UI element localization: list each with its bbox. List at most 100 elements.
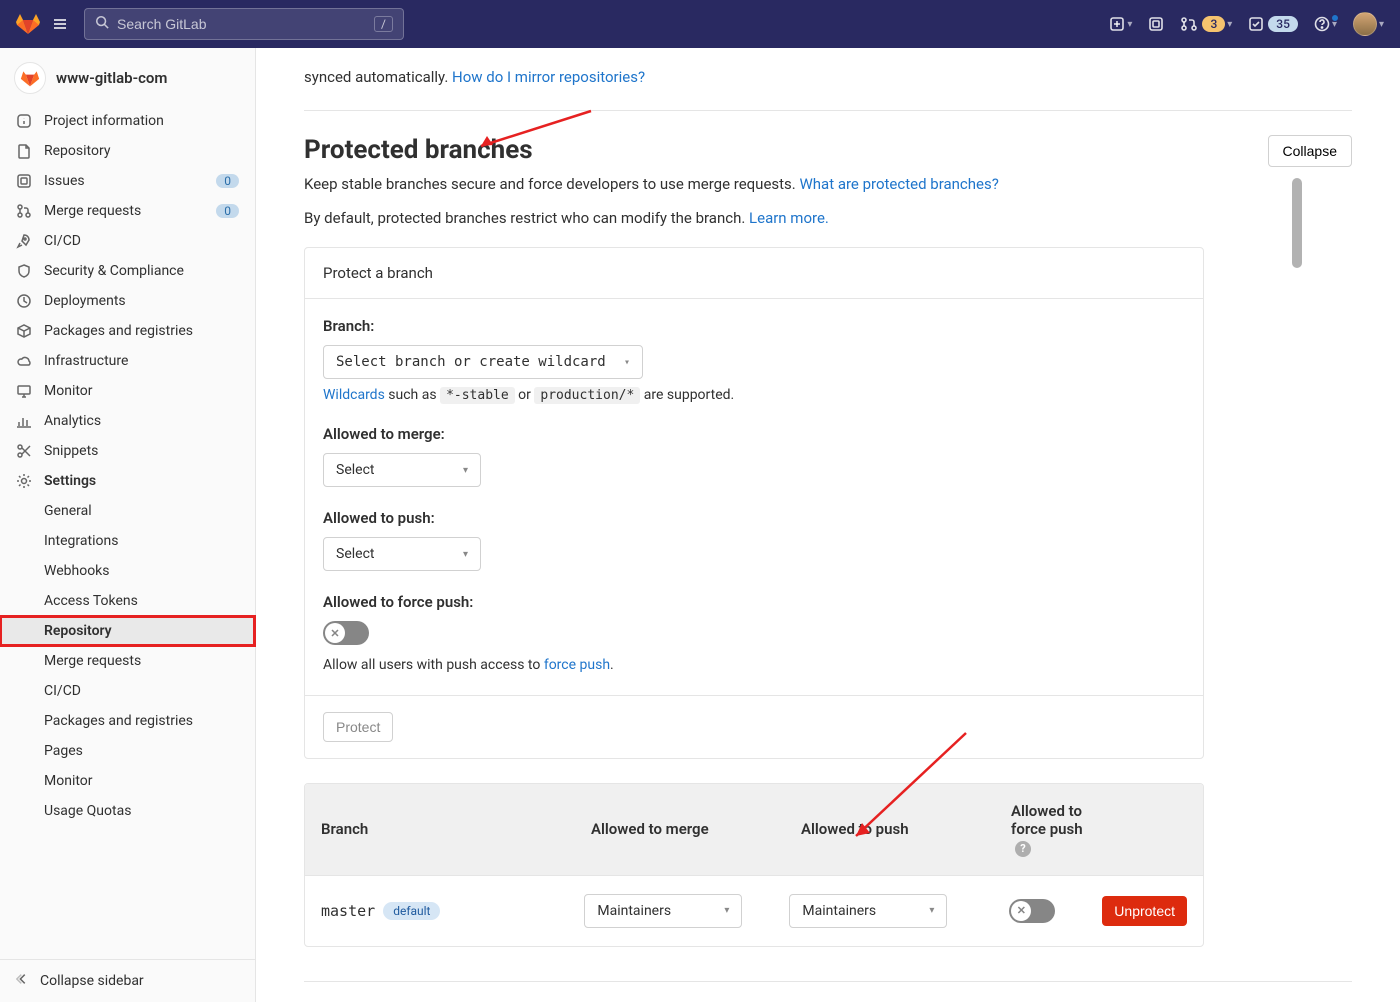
- sidebar-sub-repository[interactable]: Repository: [0, 616, 255, 646]
- scrollbar[interactable]: [1290, 48, 1304, 1002]
- sidebar-item-security[interactable]: Security & Compliance: [0, 256, 255, 286]
- note-text: By default, protected branches restrict …: [304, 209, 749, 227]
- info-square-icon: [16, 113, 32, 129]
- shield-icon: [16, 263, 32, 279]
- todo-icon: [1248, 16, 1264, 32]
- sidebar-item-infrastructure[interactable]: Infrastructure: [0, 346, 255, 376]
- row-merge-select[interactable]: Maintainers ▾: [584, 894, 742, 928]
- hint-text-part: Allow all users with push access to: [323, 657, 544, 673]
- hint-text-part: such as: [385, 387, 440, 403]
- allowed-push-label: Allowed to push:: [323, 509, 1185, 527]
- sidebar-item-label: Security & Compliance: [44, 263, 184, 279]
- merge-requests-link[interactable]: 3 ▾: [1180, 16, 1232, 32]
- sidebar-item-label: Deployments: [44, 293, 126, 309]
- branch-name: master: [321, 902, 375, 920]
- gitlab-logo-icon[interactable]: [16, 12, 40, 36]
- notification-dot-icon: [1331, 14, 1339, 22]
- cloud-icon: [16, 353, 32, 369]
- sidebar-item-merge-requests[interactable]: Merge requests 0: [0, 196, 255, 226]
- learn-more-link[interactable]: Learn more.: [749, 209, 829, 227]
- hamburger-menu-icon[interactable]: [52, 16, 68, 32]
- branch-select-value: Select branch or create wildcard: [336, 354, 606, 370]
- protected-branches-help-link[interactable]: What are protected branches?: [799, 175, 998, 193]
- force-push-link[interactable]: force push: [544, 657, 610, 673]
- chart-icon: [16, 413, 32, 429]
- table-row: master default Maintainers ▾ Maintainers…: [305, 875, 1203, 946]
- branch-label: Branch:: [323, 317, 1185, 335]
- row-force-push-toggle[interactable]: ✕: [1009, 899, 1055, 923]
- sidebar-item-label: Merge requests: [44, 203, 141, 219]
- sidebar-item-label: Access Tokens: [44, 593, 138, 609]
- sidebar-item-cicd[interactable]: CI/CD: [0, 226, 255, 256]
- collapse-sidebar-label: Collapse sidebar: [40, 973, 144, 989]
- allowed-push-value: Select: [336, 546, 374, 562]
- branch-select[interactable]: Select branch or create wildcard ▾: [323, 345, 643, 379]
- protect-button[interactable]: Protect: [323, 712, 393, 742]
- avatar-icon: [1353, 12, 1377, 36]
- collapse-icon: [16, 972, 30, 990]
- mirror-intro-text: synced automatically. How do I mirror re…: [304, 48, 1352, 86]
- collapse-section-button[interactable]: Collapse: [1268, 135, 1352, 167]
- search-shortcut-hint: /: [374, 16, 393, 32]
- sidebar-item-monitor[interactable]: Monitor: [0, 376, 255, 406]
- project-header[interactable]: www-gitlab-com: [0, 56, 255, 106]
- sidebar-item-issues[interactable]: Issues 0: [0, 166, 255, 196]
- sidebar-item-analytics[interactable]: Analytics: [0, 406, 255, 436]
- sidebar-sub-pages[interactable]: Pages: [0, 736, 255, 766]
- allowed-push-select[interactable]: Select ▾: [323, 537, 481, 571]
- help-icon: [1314, 16, 1330, 32]
- sidebar-item-label: Integrations: [44, 533, 118, 549]
- protected-branches-table: Branch Allowed to merge Allowed to push …: [304, 783, 1204, 947]
- search-input-wrapper[interactable]: /: [84, 8, 404, 40]
- sidebar-item-project-information[interactable]: Project information: [0, 106, 255, 136]
- project-avatar-icon: [14, 62, 46, 94]
- sidebar-sub-merge-requests[interactable]: Merge requests: [0, 646, 255, 676]
- unprotect-button[interactable]: Unprotect: [1102, 896, 1187, 926]
- issues-link[interactable]: [1148, 16, 1164, 32]
- force-push-hint: Allow all users with push access to forc…: [323, 657, 1185, 673]
- package-icon: [16, 323, 32, 339]
- sidebar-item-label: Pages: [44, 743, 83, 759]
- todos-count-badge: 35: [1268, 16, 1298, 32]
- issue-icon: [16, 173, 32, 189]
- sidebar-sub-usage-quotas[interactable]: Usage Quotas: [0, 796, 255, 826]
- sidebar-sub-webhooks[interactable]: Webhooks: [0, 556, 255, 586]
- mirror-help-link[interactable]: How do I mirror repositories?: [452, 68, 645, 86]
- sidebar-item-snippets[interactable]: Snippets: [0, 436, 255, 466]
- main-content: synced automatically. How do I mirror re…: [256, 48, 1400, 1002]
- user-menu[interactable]: ▾: [1353, 12, 1384, 36]
- sidebar-item-label: Analytics: [44, 413, 101, 429]
- force-push-toggle[interactable]: ✕: [323, 621, 369, 645]
- sidebar-sub-monitor[interactable]: Monitor: [0, 766, 255, 796]
- create-new-dropdown[interactable]: ▾: [1109, 16, 1132, 32]
- help-icon[interactable]: ?: [1015, 841, 1031, 857]
- sidebar-sub-general[interactable]: General: [0, 496, 255, 526]
- search-input[interactable]: [117, 16, 374, 32]
- chevron-down-icon: ▾: [724, 905, 729, 916]
- sidebar-sub-packages[interactable]: Packages and registries: [0, 706, 255, 736]
- sidebar-item-repository[interactable]: Repository: [0, 136, 255, 166]
- row-push-select[interactable]: Maintainers ▾: [789, 894, 947, 928]
- code-chip: *-stable: [440, 387, 515, 404]
- protected-branches-heading: Protected branches: [304, 135, 533, 165]
- sidebar-item-label: CI/CD: [44, 233, 81, 249]
- force-push-label: Allowed to force push:: [323, 593, 1185, 611]
- collapse-sidebar-button[interactable]: Collapse sidebar: [0, 959, 255, 1002]
- sidebar-item-packages[interactable]: Packages and registries: [0, 316, 255, 346]
- allowed-merge-select[interactable]: Select ▾: [323, 453, 481, 487]
- sidebar-item-deployments[interactable]: Deployments: [0, 286, 255, 316]
- sidebar-item-label: Usage Quotas: [44, 803, 131, 819]
- todos-link[interactable]: 35: [1248, 16, 1298, 32]
- sidebar-item-label: Monitor: [44, 773, 93, 789]
- desc-text: Keep stable branches secure and force de…: [304, 175, 799, 193]
- sidebar-sub-access-tokens[interactable]: Access Tokens: [0, 586, 255, 616]
- help-dropdown[interactable]: ▾: [1314, 16, 1337, 32]
- scrollbar-thumb[interactable]: [1292, 178, 1302, 268]
- sidebar-sub-cicd[interactable]: CI/CD: [0, 676, 255, 706]
- wildcards-link[interactable]: Wildcards: [323, 387, 385, 403]
- monitor-icon: [16, 383, 32, 399]
- section-divider: [304, 110, 1352, 111]
- row-merge-value: Maintainers: [597, 903, 671, 919]
- sidebar-sub-integrations[interactable]: Integrations: [0, 526, 255, 556]
- sidebar-item-settings[interactable]: Settings: [0, 466, 255, 496]
